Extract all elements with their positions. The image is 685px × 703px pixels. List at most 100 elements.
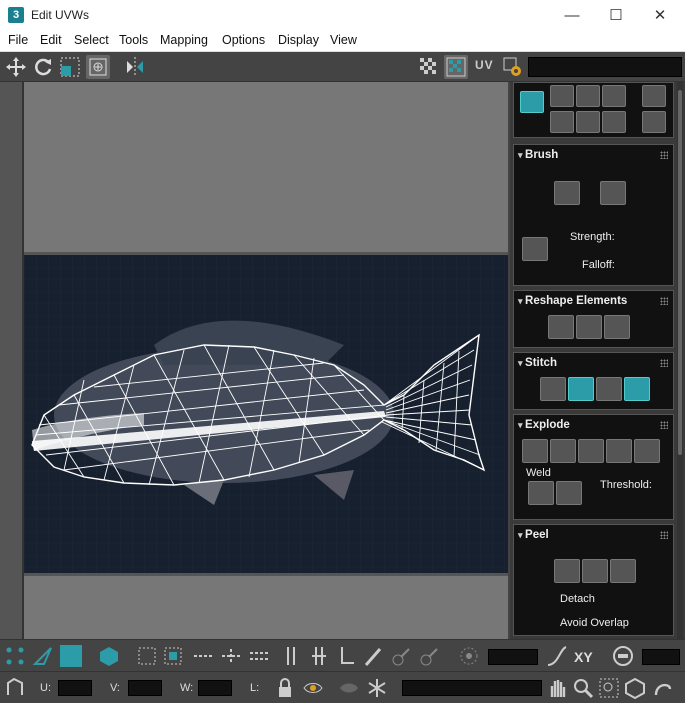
checker-map-icon[interactable] bbox=[444, 55, 468, 79]
peel-mode-icon[interactable] bbox=[582, 559, 608, 583]
grow-select-icon[interactable] bbox=[136, 645, 158, 667]
soft-selection-icon[interactable] bbox=[458, 645, 480, 667]
ring-grow-icon[interactable] bbox=[280, 645, 302, 667]
brush-line-icon[interactable] bbox=[522, 237, 548, 261]
grip-icon[interactable] bbox=[660, 151, 668, 159]
align-center-icon[interactable] bbox=[576, 111, 600, 133]
xy-label[interactable]: XY bbox=[574, 649, 593, 665]
explode-by-smoothing-icon[interactable] bbox=[578, 439, 604, 463]
loop-icon[interactable] bbox=[192, 645, 214, 667]
texture-canvas[interactable] bbox=[24, 252, 508, 576]
ring-icon[interactable] bbox=[248, 645, 270, 667]
limit-field[interactable] bbox=[642, 649, 680, 665]
vertex-select-icon[interactable] bbox=[4, 645, 26, 667]
paint-shrink-icon[interactable] bbox=[418, 645, 440, 667]
minimize-button[interactable]: — bbox=[549, 0, 595, 30]
element-select-icon[interactable] bbox=[98, 645, 120, 667]
show-icon[interactable] bbox=[338, 677, 360, 699]
relax-icon[interactable] bbox=[576, 315, 602, 339]
rotate-icon[interactable] bbox=[31, 55, 55, 79]
coordinate-icon[interactable] bbox=[4, 677, 26, 699]
settings-icon[interactable] bbox=[501, 55, 525, 79]
weld-target-icon[interactable] bbox=[556, 481, 582, 505]
face-select-icon[interactable] bbox=[60, 645, 82, 667]
peel-title[interactable]: Peel bbox=[518, 529, 549, 541]
zoom-icon[interactable] bbox=[572, 677, 594, 699]
stitch-title[interactable]: Stitch bbox=[518, 357, 557, 369]
reshape-title[interactable]: Reshape Elements bbox=[518, 295, 627, 307]
explode-by-material-icon[interactable] bbox=[606, 439, 632, 463]
weld-selected-icon[interactable] bbox=[528, 481, 554, 505]
avoid-overlap-label[interactable]: Avoid Overlap bbox=[560, 617, 629, 629]
loop-grow-icon[interactable] bbox=[220, 645, 242, 667]
menu-view[interactable]: View bbox=[330, 33, 357, 47]
space-v-icon[interactable] bbox=[642, 85, 666, 107]
hide-icon[interactable] bbox=[302, 677, 324, 699]
stitch-average-icon[interactable] bbox=[596, 377, 622, 401]
align-v-icon[interactable] bbox=[576, 85, 600, 107]
break-icon[interactable] bbox=[522, 439, 548, 463]
align-h-icon[interactable] bbox=[550, 85, 574, 107]
selection-set-field[interactable] bbox=[402, 680, 542, 696]
straighten-icon[interactable] bbox=[548, 315, 574, 339]
zoom-region-icon[interactable] bbox=[598, 677, 620, 699]
falloff-curve-icon[interactable] bbox=[546, 645, 568, 667]
freeze-icon[interactable] bbox=[366, 677, 388, 699]
explode-title[interactable]: Explode bbox=[518, 419, 570, 431]
menu-edit[interactable]: Edit bbox=[40, 33, 62, 47]
ring-shrink-icon[interactable] bbox=[308, 645, 330, 667]
lock-icon[interactable] bbox=[274, 677, 296, 699]
paint-grow-icon[interactable] bbox=[390, 645, 412, 667]
mirror-icon[interactable] bbox=[123, 55, 147, 79]
grip-icon[interactable] bbox=[660, 421, 668, 429]
space-h-icon[interactable] bbox=[550, 111, 574, 133]
v-field[interactable] bbox=[128, 680, 162, 696]
falloff-field[interactable] bbox=[488, 649, 538, 665]
reset-peel-icon[interactable] bbox=[610, 559, 636, 583]
uv-editor-viewport[interactable] bbox=[24, 82, 508, 639]
menu-mapping[interactable]: Mapping bbox=[160, 33, 208, 47]
freeform-icon[interactable] bbox=[86, 55, 110, 79]
u-field[interactable] bbox=[58, 680, 92, 696]
panel-scrollbar[interactable] bbox=[677, 82, 683, 639]
limit-icon[interactable] bbox=[612, 645, 634, 667]
paint-select-icon[interactable] bbox=[362, 645, 384, 667]
rotate-cw-icon[interactable] bbox=[602, 111, 626, 133]
relax-brush-icon[interactable] bbox=[600, 181, 626, 205]
menu-display[interactable]: Display bbox=[278, 33, 319, 47]
menu-file[interactable]: File bbox=[8, 33, 28, 47]
snap-icon[interactable] bbox=[652, 677, 674, 699]
grip-icon[interactable] bbox=[660, 531, 668, 539]
scale-icon[interactable] bbox=[58, 55, 82, 79]
menu-options[interactable]: Options bbox=[222, 33, 265, 47]
pan-icon[interactable] bbox=[546, 677, 568, 699]
break-edges-icon[interactable] bbox=[550, 439, 576, 463]
zoom-extents-icon[interactable] bbox=[624, 677, 646, 699]
rotate-ccw-icon[interactable] bbox=[602, 85, 626, 107]
stitch-to-source-icon[interactable] bbox=[624, 377, 650, 401]
detach-label[interactable]: Detach bbox=[560, 593, 595, 605]
brush-title[interactable]: Brush bbox=[518, 149, 558, 161]
map-dropdown[interactable] bbox=[528, 57, 682, 77]
pivot-icon[interactable] bbox=[520, 91, 544, 113]
select-by-smoothing-icon[interactable] bbox=[336, 645, 358, 667]
w-field[interactable] bbox=[198, 680, 232, 696]
shrink-select-icon[interactable] bbox=[162, 645, 184, 667]
move-icon[interactable] bbox=[4, 55, 28, 79]
quick-peel-icon[interactable] bbox=[554, 559, 580, 583]
uv-label[interactable]: UV bbox=[475, 58, 494, 72]
paint-move-icon[interactable] bbox=[554, 181, 580, 205]
stitch-custom-icon[interactable] bbox=[540, 377, 566, 401]
maximize-button[interactable]: ☐ bbox=[593, 0, 639, 30]
flatten-icon[interactable] bbox=[634, 439, 660, 463]
scroll-thumb[interactable] bbox=[678, 90, 682, 455]
menu-select[interactable]: Select bbox=[74, 33, 109, 47]
checker-icon[interactable] bbox=[417, 55, 441, 79]
menu-tools[interactable]: Tools bbox=[119, 33, 148, 47]
grip-icon[interactable] bbox=[660, 297, 668, 305]
stitch-to-target-icon[interactable] bbox=[568, 377, 594, 401]
flip-icon[interactable] bbox=[642, 111, 666, 133]
relax-until-flat-icon[interactable] bbox=[604, 315, 630, 339]
close-button[interactable]: ✕ bbox=[637, 0, 683, 30]
grip-icon[interactable] bbox=[660, 359, 668, 367]
